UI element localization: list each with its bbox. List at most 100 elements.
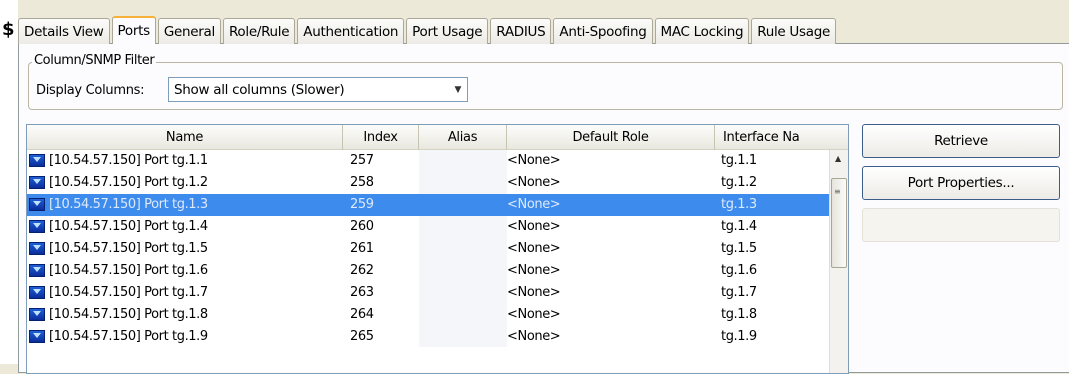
- left-edge: $: [0, 0, 18, 364]
- cell-name: [10.54.57.150] Port tg.1.6: [27, 259, 343, 281]
- port-name-text: [10.54.57.150] Port tg.1.6: [49, 262, 208, 278]
- port-name-text: [10.54.57.150] Port tg.1.3: [49, 197, 208, 213]
- cell-interface-name: tg.1.6: [721, 262, 757, 278]
- cell-alias: [419, 281, 507, 304]
- display-columns-label: Display Columns:: [36, 83, 145, 98]
- cell-interface-name: tg.1.9: [721, 328, 757, 344]
- cell-index: 264: [350, 306, 374, 322]
- cell-index: 257: [350, 153, 374, 169]
- cell-default-role: <None>: [507, 153, 561, 169]
- cell-index: 265: [350, 328, 374, 344]
- cell-default-role: <None>: [507, 262, 561, 278]
- tab-ports[interactable]: Ports: [111, 16, 156, 44]
- port-icon: [29, 198, 45, 212]
- tab-port-usage[interactable]: Port Usage: [406, 18, 489, 44]
- cell-name: [10.54.57.150] Port tg.1.2: [27, 172, 343, 194]
- table-row[interactable]: [10.54.57.150] Port tg.1.8 264 <None> tg.1.…: [27, 303, 848, 326]
- vertical-scrollbar[interactable]: ▲ ≡: [829, 150, 848, 373]
- port-name-text: [10.54.57.150] Port tg.1.5: [49, 241, 208, 256]
- table-row[interactable]: [10.54.57.150] Port tg.1.6 262 <None> tg.1.…: [27, 259, 848, 282]
- cell-default-role: <None>: [507, 306, 561, 322]
- cell-alias: [419, 193, 507, 216]
- tab-anti-spoofing[interactable]: Anti-Spoofing: [553, 18, 653, 44]
- ports-table: Name Index Alias Default Role Interface …: [26, 124, 849, 374]
- display-columns-select[interactable]: Show all columns (Slower) ▼: [168, 77, 468, 102]
- tab-radius[interactable]: RADIUS: [490, 18, 552, 44]
- cell-alias: [419, 150, 507, 172]
- tab-authentication[interactable]: Authentication: [297, 18, 405, 44]
- filter-group-title: Column/SNMP Filter: [32, 53, 157, 68]
- cell-default-role: <None>: [507, 284, 561, 300]
- left-edge-mark: $: [2, 19, 15, 40]
- cell-index: 263: [350, 284, 374, 300]
- cell-name: [10.54.57.150] Port tg.1.5: [27, 238, 343, 260]
- port-name-text: [10.54.57.150] Port tg.1.9: [49, 328, 208, 344]
- cell-index: 258: [350, 175, 374, 191]
- tab-mac-locking[interactable]: MAC Locking: [654, 18, 750, 44]
- column-header-index[interactable]: Index: [343, 125, 419, 150]
- cell-name: [10.54.57.150] Port tg.1.9: [27, 325, 343, 347]
- cell-index: 262: [350, 262, 374, 278]
- port-icon: [29, 307, 45, 321]
- cell-alias: [419, 325, 507, 348]
- cell-default-role: <None>: [507, 193, 715, 216]
- cell-name: [10.54.57.150] Port tg.1.7: [27, 281, 343, 303]
- port-icon: [29, 242, 45, 255]
- table-row[interactable]: [10.54.57.150] Port tg.1.4 260 <None> tg.1.…: [27, 215, 848, 238]
- port-icon: [29, 220, 45, 234]
- port-icon: [29, 176, 45, 190]
- table-row[interactable]: [10.54.57.150] Port tg.1.2 258 <None> tg.1.…: [27, 171, 848, 194]
- column-header-name[interactable]: Name: [27, 125, 343, 150]
- cell-index: 260: [350, 219, 374, 235]
- cell-index: 259: [343, 193, 419, 216]
- disabled-action-button: [862, 208, 1060, 242]
- table-body: [10.54.57.150] Port tg.1.1 257 <None> tg.1.…: [27, 150, 848, 348]
- column-header-default-role[interactable]: Default Role: [507, 125, 715, 150]
- column-header-alias[interactable]: Alias: [419, 125, 507, 150]
- cell-alias: [419, 259, 507, 282]
- table-header: Name Index Alias Default Role Interface …: [27, 125, 848, 150]
- port-icon: [29, 329, 45, 343]
- tab-general[interactable]: General: [157, 18, 221, 44]
- tab-role-rule[interactable]: Role/Rule: [222, 18, 296, 44]
- scroll-grip-icon: ≡: [834, 187, 841, 196]
- cell-alias: [419, 303, 507, 326]
- cell-default-role: <None>: [507, 175, 561, 191]
- cell-interface-name: tg.1.8: [721, 306, 757, 322]
- cell-name: [10.54.57.150] Port tg.1.1: [27, 150, 343, 172]
- port-name-text: [10.54.57.150] Port tg.1.1: [49, 153, 208, 169]
- retrieve-button[interactable]: Retrieve: [862, 124, 1060, 158]
- cell-default-role: <None>: [507, 241, 561, 256]
- tab-details-view[interactable]: Details View: [18, 18, 110, 44]
- cell-interface-name: tg.1.1: [721, 153, 757, 169]
- port-icon: [29, 285, 45, 299]
- cell-name: [10.54.57.150] Port tg.1.3: [27, 193, 343, 216]
- cell-alias: [419, 215, 507, 238]
- cell-interface-name: tg.1.5: [721, 241, 757, 256]
- tab-bar: Details View Ports General Role/Rule Authent…: [18, 16, 838, 44]
- table-row[interactable]: [10.54.57.150] Port tg.1.1 257 <None> tg.1.…: [27, 150, 848, 172]
- cell-name: [10.54.57.150] Port tg.1.4: [27, 216, 343, 238]
- cell-interface-name: tg.1.3: [715, 193, 832, 216]
- table-row[interactable]: [10.54.57.150] Port tg.1.9 265 <None> tg.1.…: [27, 325, 848, 348]
- scroll-up-arrow-icon[interactable]: ▲: [835, 154, 841, 163]
- chevron-down-icon[interactable]: ▼: [449, 78, 467, 101]
- display-columns-value: Show all columns (Slower): [174, 81, 345, 98]
- port-name-text: [10.54.57.150] Port tg.1.7: [49, 284, 208, 300]
- port-name-text: [10.54.57.150] Port tg.1.2: [49, 175, 208, 191]
- cell-interface-name: tg.1.7: [721, 284, 757, 300]
- port-name-text: [10.54.57.150] Port tg.1.8: [49, 306, 208, 322]
- cell-interface-name: tg.1.2: [721, 175, 757, 191]
- port-icon: [29, 263, 45, 277]
- table-row[interactable]: [10.54.57.150] Port tg.1.3 259 <None> tg.1.…: [27, 193, 848, 216]
- cell-name: [10.54.57.150] Port tg.1.8: [27, 303, 343, 325]
- port-properties-button[interactable]: Port Properties...: [862, 166, 1060, 200]
- table-row[interactable]: [10.54.57.150] Port tg.1.7 263 <None> tg.1.…: [27, 281, 848, 304]
- cell-index: 261: [350, 241, 374, 256]
- tab-rule-usage[interactable]: Rule Usage: [751, 18, 836, 44]
- port-name-text: [10.54.57.150] Port tg.1.4: [49, 219, 208, 235]
- cell-alias: [419, 171, 507, 194]
- cell-default-role: <None>: [507, 219, 561, 235]
- table-row[interactable]: [10.54.57.150] Port tg.1.5 261 <None> tg.1.…: [27, 237, 848, 260]
- column-header-interface-name[interactable]: Interface Na: [715, 125, 832, 150]
